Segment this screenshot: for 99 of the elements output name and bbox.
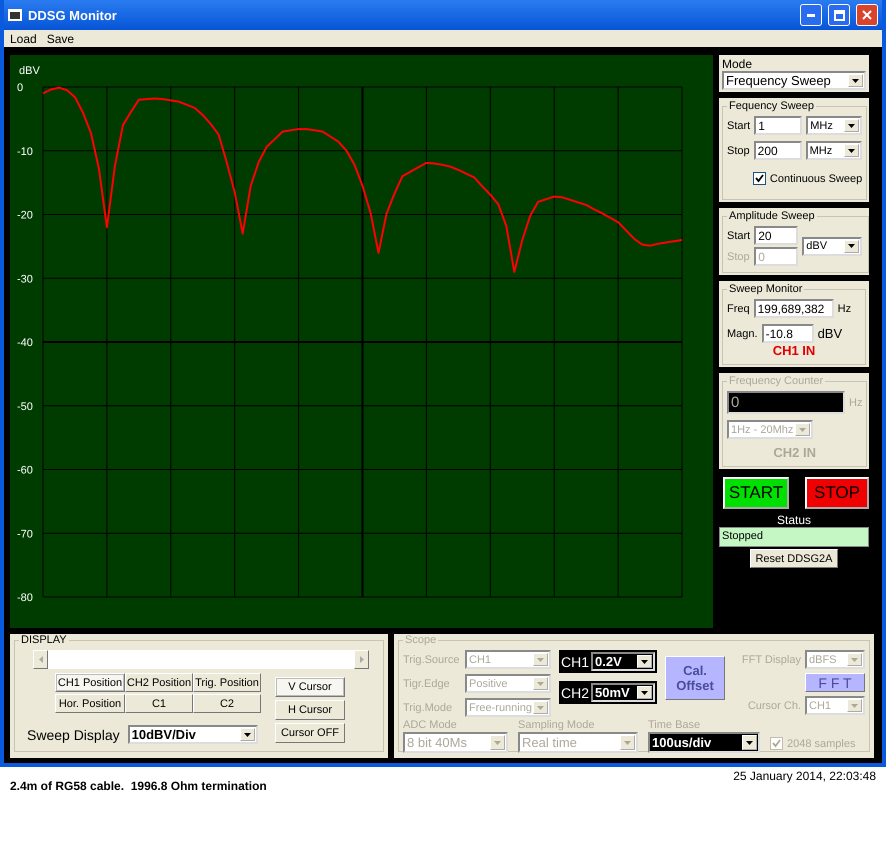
maximize-icon — [834, 10, 844, 20]
tick-label: -80 — [17, 592, 33, 604]
dropdown-arrow-icon — [537, 658, 544, 662]
dropdown-arrow-icon — [641, 690, 648, 694]
field-label: Freq — [727, 302, 750, 314]
cursor-button[interactable]: H Cursor — [275, 700, 345, 720]
dropdown-arrow-icon — [848, 244, 856, 248]
app-icon — [8, 9, 22, 21]
counter-display: 0 — [727, 391, 845, 414]
position-button[interactable]: Hor. Position — [55, 694, 125, 713]
unit-label: Hz — [838, 302, 852, 314]
field-label: Time Base — [648, 719, 702, 731]
position-button[interactable]: CH1 Position — [55, 673, 125, 692]
tick-label: -10 — [17, 146, 33, 158]
checkbox-label: 2048 samples — [787, 738, 856, 750]
dropdown-arrow-icon — [244, 732, 251, 736]
menu-item[interactable]: Save — [46, 32, 74, 46]
caption: 2.4m of RG58 cable. 1996.8 Ohm termination — [10, 779, 267, 793]
close-icon — [862, 10, 872, 20]
frequency-field: 199,689,382 — [754, 299, 834, 318]
start-field[interactable]: 20 — [754, 226, 798, 245]
group-title: Amplitude Sweep — [728, 210, 816, 222]
timestamp: 25 January 2014, 22:03:48 — [733, 769, 876, 785]
start-button[interactable]: START — [723, 477, 789, 509]
checkbox-label: Continuous Sweep — [770, 172, 862, 184]
dropdown-arrow-icon — [494, 740, 501, 744]
cursor-button[interactable]: Cursor OFF — [275, 723, 345, 743]
tick-label: -60 — [17, 464, 33, 476]
unit-label: Hz — [849, 396, 862, 408]
tick-label: -30 — [17, 273, 33, 286]
minimize-icon — [807, 14, 815, 16]
status-label: Status — [776, 513, 812, 527]
tick-label: -40 — [17, 337, 33, 349]
close-button[interactable] — [856, 4, 878, 26]
field-label: Trig.Mode — [403, 702, 452, 714]
dropdown-arrow-icon — [537, 682, 544, 686]
dropdown-arrow-icon — [641, 660, 648, 664]
tick-label: -50 — [17, 400, 33, 413]
dropdown-arrow-icon — [848, 148, 855, 152]
field-label: Start — [727, 230, 750, 242]
field-label: Tigr.Edge — [403, 678, 450, 690]
start-field[interactable]: 1 — [754, 116, 802, 135]
scroll-left-button[interactable] — [33, 650, 48, 669]
checkbox[interactable] — [752, 172, 766, 185]
dropdown-arrow-icon — [852, 78, 859, 82]
field-label: Sampling Mode — [518, 719, 596, 731]
mode-select[interactable]: Frequency Sweep — [722, 71, 866, 90]
axis-label: dBV — [19, 65, 40, 77]
field-label: Sweep Display — [27, 726, 120, 742]
field-label: Stop — [727, 144, 750, 156]
channel-label: CH2 IN — [773, 445, 816, 460]
dropdown-arrow-icon — [624, 740, 631, 744]
position-button[interactable]: CH2 Position — [125, 673, 193, 692]
stop-field[interactable]: 200 — [754, 141, 802, 160]
group-title: Scope — [404, 634, 438, 646]
cursor-button[interactable]: V Cursor — [275, 677, 345, 697]
menu-item[interactable]: Load — [10, 32, 37, 46]
group-title: DISPLAY — [20, 634, 68, 646]
tick-label: -20 — [17, 210, 33, 222]
field-label: Magn. — [727, 328, 758, 340]
right-arrow-icon — [360, 656, 364, 662]
dropdown-arrow-icon — [799, 428, 806, 432]
sweep-display-select[interactable]: 10dBV/Div — [128, 725, 258, 744]
field-label: Stop — [727, 250, 750, 262]
unit-label: dBV — [818, 326, 842, 341]
position-button[interactable]: Trig. Position — [193, 673, 261, 692]
tick-label: 0 — [17, 82, 24, 94]
field-label: Cursor Ch. — [748, 700, 801, 712]
dropdown-arrow-icon — [537, 706, 544, 710]
group-title: Fequency Sweep — [728, 100, 815, 112]
minimize-button[interactable] — [800, 4, 822, 26]
field-label: Mode — [722, 57, 752, 71]
scroll-right-button[interactable] — [354, 650, 369, 669]
unit-select[interactable]: MHz — [806, 141, 862, 160]
tick-label: -70 — [17, 528, 33, 540]
position-button[interactable]: C1 — [125, 694, 193, 713]
channel-label: CH2 — [561, 684, 590, 700]
magnitude-field: -10.8 — [762, 324, 814, 343]
dropdown-arrow-icon — [851, 704, 858, 708]
stop-button[interactable]: STOP — [805, 477, 869, 509]
reset-button[interactable]: Reset DDSG2A — [750, 549, 838, 568]
field-label: ADC Mode — [403, 719, 458, 731]
dropdown-arrow-icon — [746, 740, 753, 744]
unit-select[interactable]: MHz — [806, 116, 862, 135]
channel-label: CH1 IN — [772, 343, 816, 358]
group-title: Sweep Monitor — [728, 283, 804, 295]
position-button[interactable]: C2 — [193, 694, 261, 713]
window-title: DDSG Monitor — [28, 8, 118, 22]
dropdown-arrow-icon — [851, 658, 858, 662]
unit-select[interactable]: dBV — [802, 236, 862, 256]
channel-label: CH1 — [561, 654, 590, 670]
maximize-button[interactable] — [828, 4, 850, 26]
field-label: FFT Display — [742, 654, 801, 666]
field-label: Trig.Source — [403, 654, 460, 666]
left-arrow-icon — [38, 656, 42, 662]
dropdown-arrow-icon — [848, 124, 856, 128]
field-label: Start — [727, 120, 750, 132]
status-field: Stopped — [719, 527, 869, 547]
group-title: Frequency Counter — [728, 375, 824, 387]
